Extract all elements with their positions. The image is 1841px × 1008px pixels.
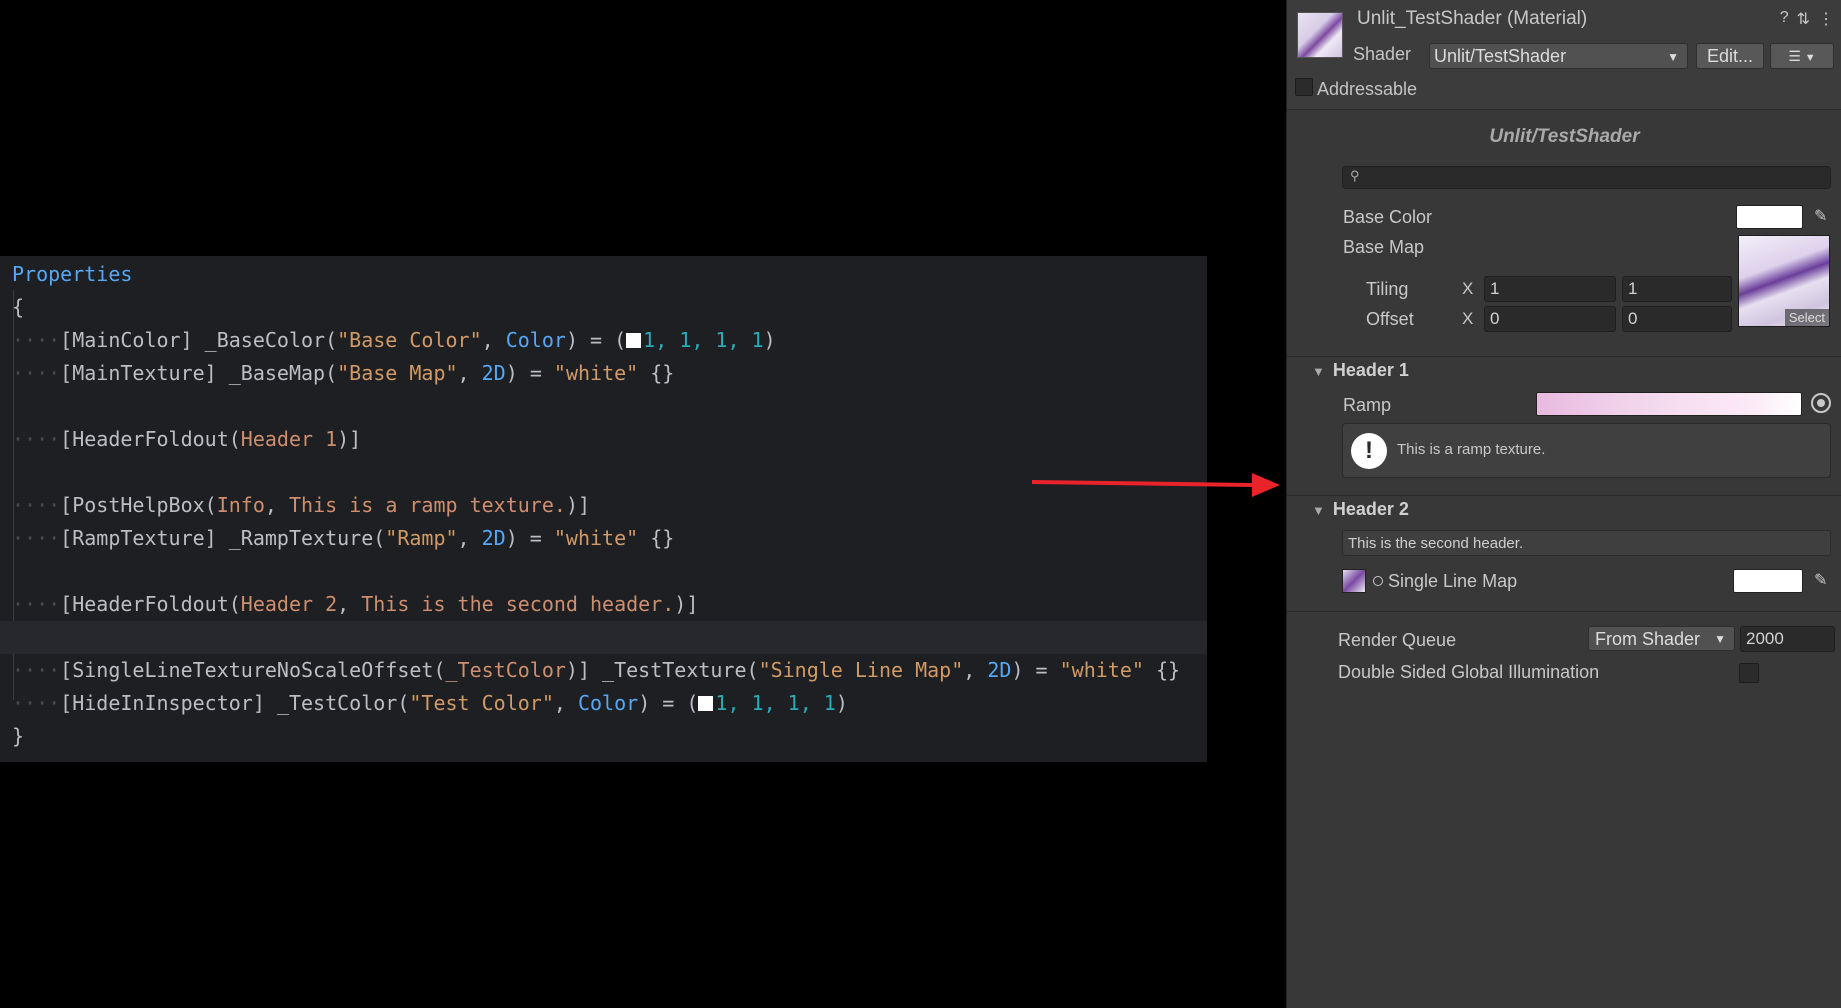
code-line: ····[PostHelpBox(Info, This is a ramp te… — [12, 493, 591, 517]
code-line: } — [12, 724, 25, 748]
presets-icon[interactable]: ⇅ — [1797, 9, 1810, 29]
shader-label: Shader — [1353, 44, 1412, 64]
render-queue-label: Render Queue — [1338, 630, 1457, 650]
double-sided-gi-checkbox[interactable] — [1739, 663, 1759, 683]
base-map-label: Base Map — [1343, 237, 1425, 257]
ramp-texture-field[interactable] — [1536, 392, 1802, 416]
addressable-checkbox[interactable] — [1295, 78, 1313, 96]
tiling-y-field[interactable]: 1 — [1622, 276, 1732, 302]
shader-dropdown-value: Unlit/TestShader — [1434, 46, 1567, 66]
eyedropper-icon[interactable]: ✎ — [1814, 206, 1827, 226]
code-line: Properties — [12, 262, 133, 286]
material-options-button[interactable]: ☰ ▼ — [1770, 43, 1834, 69]
offset-y-field[interactable]: 0 — [1622, 306, 1732, 332]
tiling-x-axis-label: X — [1462, 279, 1474, 298]
shader-dropdown[interactable]: Unlit/TestShader ▼ — [1429, 43, 1688, 69]
list-icon: ☰ — [1788, 48, 1801, 64]
offset-label: Offset — [1366, 309, 1414, 329]
tiling-x-field[interactable]: 1 — [1484, 276, 1616, 302]
base-color-field[interactable] — [1736, 205, 1803, 229]
render-queue-mode-value: From Shader — [1595, 629, 1701, 649]
base-map-texture-slot[interactable]: Select — [1738, 235, 1830, 327]
header-2-label: Header 2 — [1332, 499, 1409, 519]
code-line: ····[RampTexture] _RampTexture("Ramp", 2… — [12, 526, 675, 550]
inspector-panel: Unlit_TestShader (Material) ? ⇅ ⋮ Shader… — [1286, 0, 1841, 1008]
code-line: ····[MainColor] _BaseColor("Base Color",… — [12, 328, 776, 352]
base-color-label: Base Color — [1343, 207, 1433, 227]
foldout-arrow-icon: ▼ — [1312, 364, 1325, 379]
double-sided-gi-label: Double Sided Global Illumination — [1338, 662, 1600, 682]
chevron-down-icon: ▼ — [1667, 50, 1679, 64]
header-1-label: Header 1 — [1332, 360, 1409, 380]
code-line: { — [12, 295, 25, 319]
info-icon: ! — [1351, 433, 1387, 469]
material-preview-thumbnail[interactable] — [1297, 12, 1343, 58]
info-help-box: ! This is a ramp texture. — [1342, 423, 1831, 478]
help-box-text: This is a ramp texture. — [1397, 441, 1546, 458]
code-line: ····[HideInInspector] _TestColor("Test C… — [12, 691, 848, 715]
header-2-foldout[interactable]: ▼ Header 2 — [1312, 499, 1409, 520]
property-search-input[interactable]: ⚲ — [1342, 166, 1831, 189]
addressable-label: Addressable — [1317, 79, 1418, 99]
single-line-map-label: Single Line Map — [1388, 571, 1518, 591]
inspector-header: Unlit_TestShader (Material) ? ⇅ ⋮ Shader… — [1287, 0, 1841, 110]
code-line: ····[HeaderFoldout(Header 1)] — [12, 427, 362, 451]
arrow-annotation — [1031, 473, 1280, 497]
tiling-label: Tiling — [1366, 279, 1409, 299]
offset-x-field[interactable]: 0 — [1484, 306, 1616, 332]
header-1-foldout[interactable]: ▼ Header 1 — [1312, 360, 1409, 381]
header-icons: ? ⇅ ⋮ — [1780, 9, 1834, 29]
edit-shader-button[interactable]: Edit... — [1696, 43, 1764, 69]
help-icon[interactable]: ? — [1780, 9, 1789, 29]
code-line: ····[MainTexture] _BaseMap("Base Map", 2… — [12, 361, 675, 385]
more-options-icon[interactable]: ⋮ — [1818, 9, 1834, 29]
shader-title: Unlit/TestShader — [1489, 126, 1640, 147]
code-editor[interactable]: Properties { ····[MainColor] _BaseColor(… — [0, 256, 1207, 762]
test-color-field[interactable] — [1733, 569, 1803, 593]
code-line: ····[SingleLineTextureNoScaleOffset(_Tes… — [12, 658, 1181, 682]
search-icon: ⚲ — [1350, 168, 1360, 183]
eyedropper-icon[interactable]: ✎ — [1814, 570, 1827, 590]
chevron-down-icon: ▼ — [1714, 632, 1726, 646]
code-line: ····[HeaderFoldout(Header 2, This is the… — [12, 592, 699, 616]
divider — [1287, 495, 1841, 496]
header-2-description: This is the second header. — [1342, 530, 1831, 556]
color-swatch — [698, 696, 714, 711]
foldout-arrow-icon: ▼ — [1312, 503, 1325, 518]
object-picker-icon[interactable] — [1811, 393, 1831, 413]
offset-x-axis-label: X — [1462, 309, 1474, 328]
object-picker-icon[interactable] — [1373, 576, 1383, 586]
render-queue-mode-dropdown[interactable]: From Shader ▼ — [1588, 626, 1735, 651]
current-line-highlight — [0, 621, 1207, 654]
texture-select-button[interactable]: Select — [1784, 309, 1829, 326]
ramp-label: Ramp — [1343, 395, 1392, 415]
single-line-map-texture-slot[interactable] — [1342, 569, 1366, 593]
material-name: Unlit_TestShader (Material) — [1357, 8, 1588, 29]
render-queue-value-field[interactable]: 2000 — [1740, 626, 1835, 652]
divider — [1287, 611, 1841, 612]
divider — [1287, 356, 1841, 357]
chevron-down-icon: ▼ — [1804, 52, 1816, 64]
header-2-description-text: This is the second header. — [1348, 535, 1524, 552]
color-swatch — [626, 333, 642, 348]
